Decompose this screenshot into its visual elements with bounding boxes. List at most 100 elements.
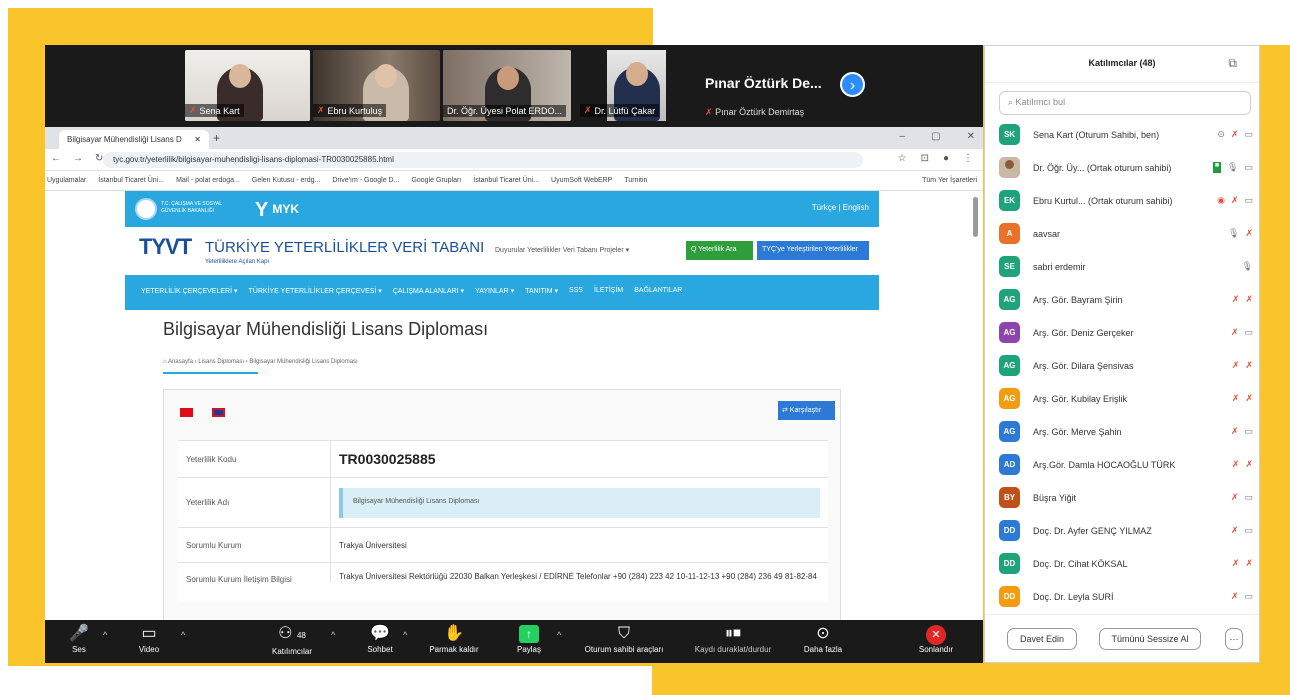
close-tab-icon[interactable]: ✕ [194, 135, 201, 144]
video-tile[interactable]: ✗ Dr. Lütfü Çakar [574, 50, 699, 121]
participant-search-input[interactable]: ⌕ Katılımcı bul [999, 91, 1251, 115]
chat-options-chevron-icon[interactable]: ^ [403, 630, 407, 640]
url-field[interactable]: tyc.gov.tr/yeterlilik/bilgisayar-muhendi… [103, 152, 863, 168]
bookmark-item[interactable]: Turnitin [624, 177, 647, 184]
video-tile[interactable]: ✗ Sena Kart [185, 50, 310, 121]
record-controls-button[interactable]: ⏸⏹ Kaydı duraklat/durdur [683, 623, 783, 654]
recording-icon: ◉ [1217, 195, 1225, 205]
participant-status-icons: ✗ ✗ [1232, 558, 1255, 569]
qualification-search-button[interactable]: Q Yeterlilik Ara [686, 241, 753, 260]
menu-item[interactable]: YAYINLAR ▾ [475, 287, 514, 298]
menu-item[interactable]: TANITIM ▾ [525, 287, 558, 298]
extensions-icon[interactable]: ⊡ [921, 153, 929, 164]
participant-name: Doç. Dr. Ayfer GENÇ YILMAZ [1033, 525, 1152, 536]
next-page-arrow-icon[interactable]: › [840, 72, 865, 97]
video-tile-active-speaker[interactable]: Dr. Öğr. Üyesi Polat ERDO... [443, 50, 571, 121]
hand-icon: ✋ [444, 625, 464, 642]
bookmark-item[interactable]: Drive'ım - Google D... [332, 177, 399, 184]
participant-row[interactable]: AD Arş.Gör. Damla HOCAOĞLU TÜRK ✗ ✗ [999, 448, 1255, 481]
page-scrollbar[interactable] [973, 197, 978, 237]
menu-item[interactable]: BAĞLANTILAR [634, 287, 682, 298]
participant-row[interactable]: AG Arş. Gör. Deniz Gerçeker ✗ ▭ [999, 316, 1255, 349]
participant-row[interactable]: Aaavsar 🎙 ✗ [999, 217, 1255, 250]
compare-button[interactable]: ⇄ Karşılaştır [778, 401, 835, 420]
new-tab-icon[interactable]: + [213, 131, 220, 145]
participant-row[interactable]: AG Arş. Gör. Bayram Şirin ✗ ✗ [999, 283, 1255, 316]
bookmark-star-icon[interactable]: ☆ [898, 153, 907, 164]
audio-options-chevron-icon[interactable]: ^ [103, 630, 107, 640]
share-button[interactable]: ↑ Paylaş [507, 623, 551, 654]
bookmarks-bar: Uygulamalar İstanbul Ticaret Üni... Mail… [45, 171, 983, 191]
participant-row[interactable]: DD Doç. Dr. Cihat KÖKSAL ✗ ✗ [999, 547, 1255, 580]
bookmark-item[interactable]: Gelen Kutusu - erdg... [252, 177, 320, 184]
more-options-button[interactable]: ··· [1225, 628, 1243, 650]
top-nav-links[interactable]: Duyurular Yeterlilikler Veri Tabanı Proj… [495, 246, 629, 254]
participant-row[interactable]: DD Doç. Dr. Ayfer GENÇ YILMAZ ✗ ▭ [999, 514, 1255, 547]
audio-button[interactable]: 🎤 Ses [61, 623, 97, 654]
tyvt-logo[interactable]: TYVT [139, 234, 192, 260]
participant-row[interactable]: BY Büşra Yiğit ✗ ▭ [999, 481, 1255, 514]
participant-row[interactable]: SE sabri erdemir 🎙 [999, 250, 1255, 283]
avatar: BY [999, 487, 1020, 508]
participant-status-icons: ✗ ✗ [1232, 459, 1255, 470]
chat-button[interactable]: 💬 Sohbet [357, 623, 403, 654]
myk-logo[interactable]: Y MYK [255, 199, 299, 222]
avatar: A [999, 223, 1020, 244]
browser-tab[interactable]: Bilgisayar Mühendisliği Lisans D ✕ [59, 130, 209, 149]
video-button[interactable]: ▭ Video [129, 623, 169, 654]
video-options-chevron-icon[interactable]: ^ [181, 630, 185, 640]
uk-flag-icon[interactable] [212, 408, 225, 417]
menu-item[interactable]: İLETİŞİM [594, 287, 623, 298]
participant-row[interactable]: AG Arş. Gör. Merve Şahin ✗ ▭ [999, 415, 1255, 448]
video-name-label: ✗ Dr. Lütfü Çakar [580, 104, 660, 117]
minimize-icon[interactable]: – [900, 131, 906, 142]
mic-icon: 🎙 [1228, 228, 1240, 238]
host-tools-button[interactable]: ⛉ Oturum sahibi araçları [571, 623, 677, 654]
all-bookmarks-folder[interactable]: Tüm Yer İşaretleri [922, 177, 983, 184]
row-label: Sorumlu Kurum [186, 540, 242, 550]
video-tile[interactable]: ✗ Ebru Kurtuluş [313, 50, 440, 121]
menu-item[interactable]: TÜRKİYE YETERLİLİKLER ÇERÇEVESİ ▾ [249, 287, 382, 298]
breadcrumb[interactable]: ⌂ Anasayfa › Lisans Diploması › Bilgisay… [163, 359, 358, 365]
participant-row[interactable]: DD Doç. Dr. Leyla SURİ ✗ ▭ [999, 580, 1255, 613]
popout-icon[interactable]: ⧉ [1228, 56, 1237, 71]
camera-off-icon: ▭ [1244, 426, 1253, 436]
menu-item[interactable]: YETERLİLİK ÇERÇEVELERİ ▾ [141, 287, 238, 298]
avatar: DD [999, 553, 1020, 574]
profile-icon[interactable]: ● [943, 153, 949, 164]
mic-muted-icon: ✗ [1231, 294, 1240, 304]
invite-button[interactable]: Davet Edin [1007, 628, 1077, 650]
bookmark-item[interactable]: İstanbul Ticaret Üni... [98, 177, 164, 184]
maximize-icon[interactable]: ▢ [931, 131, 940, 142]
bookmark-item[interactable]: Mail - polat erdoga... [176, 177, 240, 184]
close-window-icon[interactable]: ✕ [967, 131, 975, 142]
raise-hand-button[interactable]: ✋ Parmak kaldır [421, 623, 487, 654]
more-button[interactable]: ⊙ Daha fazla [797, 623, 849, 654]
forward-icon[interactable]: → [73, 153, 83, 164]
participant-row[interactable]: SK Sena Kart (Oturum Sahibi, ben) ⊙ ✗ ▭ [999, 118, 1255, 151]
bookmark-item[interactable]: Uygulamalar [47, 177, 86, 184]
participant-row[interactable]: AG Arş. Gör. Kubilay Erişlik ✗ ✗ [999, 382, 1255, 415]
end-meeting-button[interactable]: ✕ Sonlandır [911, 623, 961, 654]
mute-all-button[interactable]: Tümünü Sessize Al [1099, 628, 1201, 650]
bookmark-item[interactable]: Google Grupları [411, 177, 461, 184]
bookmark-item[interactable]: UyumSoft WebERP [551, 177, 612, 184]
participants-options-chevron-icon[interactable]: ^ [331, 630, 335, 640]
menu-item[interactable]: ÇALIŞMA ALANLARI ▾ [393, 287, 464, 298]
mic-muted-icon: 🎤 [69, 625, 89, 642]
language-switch[interactable]: Türkçe | English [812, 203, 869, 212]
bookmark-item[interactable]: İstanbul Ticaret Üni... [473, 177, 539, 184]
tyc-qualifications-button[interactable]: TYÇ'ye Yerleştirilen Yeterlilikler [757, 241, 869, 260]
participant-row[interactable]: EK Ebru Kurtul... (Ortak oturum sahibi) ◉ ✗… [999, 184, 1255, 217]
participant-status-icons: ✗ ✗ [1232, 393, 1255, 404]
share-options-chevron-icon[interactable]: ^ [557, 630, 561, 640]
back-icon[interactable]: ← [51, 153, 61, 164]
participant-row[interactable]: AG Arş. Gör. Dilara Şensivas ✗ ✗ [999, 349, 1255, 382]
participants-button[interactable]: ⚇ 48 Katılımcılar [259, 623, 325, 656]
table-row: Yeterlilik Adı Bilgisayar Mühendisliği L… [178, 477, 828, 527]
participant-row[interactable]: Dr. Öğr. Üy... (Ortak oturum sahibi) ■ 🎙 ▭ [999, 151, 1255, 184]
browser-menu-icon[interactable]: ⋮ [963, 153, 973, 164]
turkish-flag-icon[interactable] [180, 408, 193, 417]
menu-item[interactable]: SSS [569, 287, 583, 298]
featured-participant-name[interactable]: Pınar Öztürk De... [705, 75, 822, 91]
